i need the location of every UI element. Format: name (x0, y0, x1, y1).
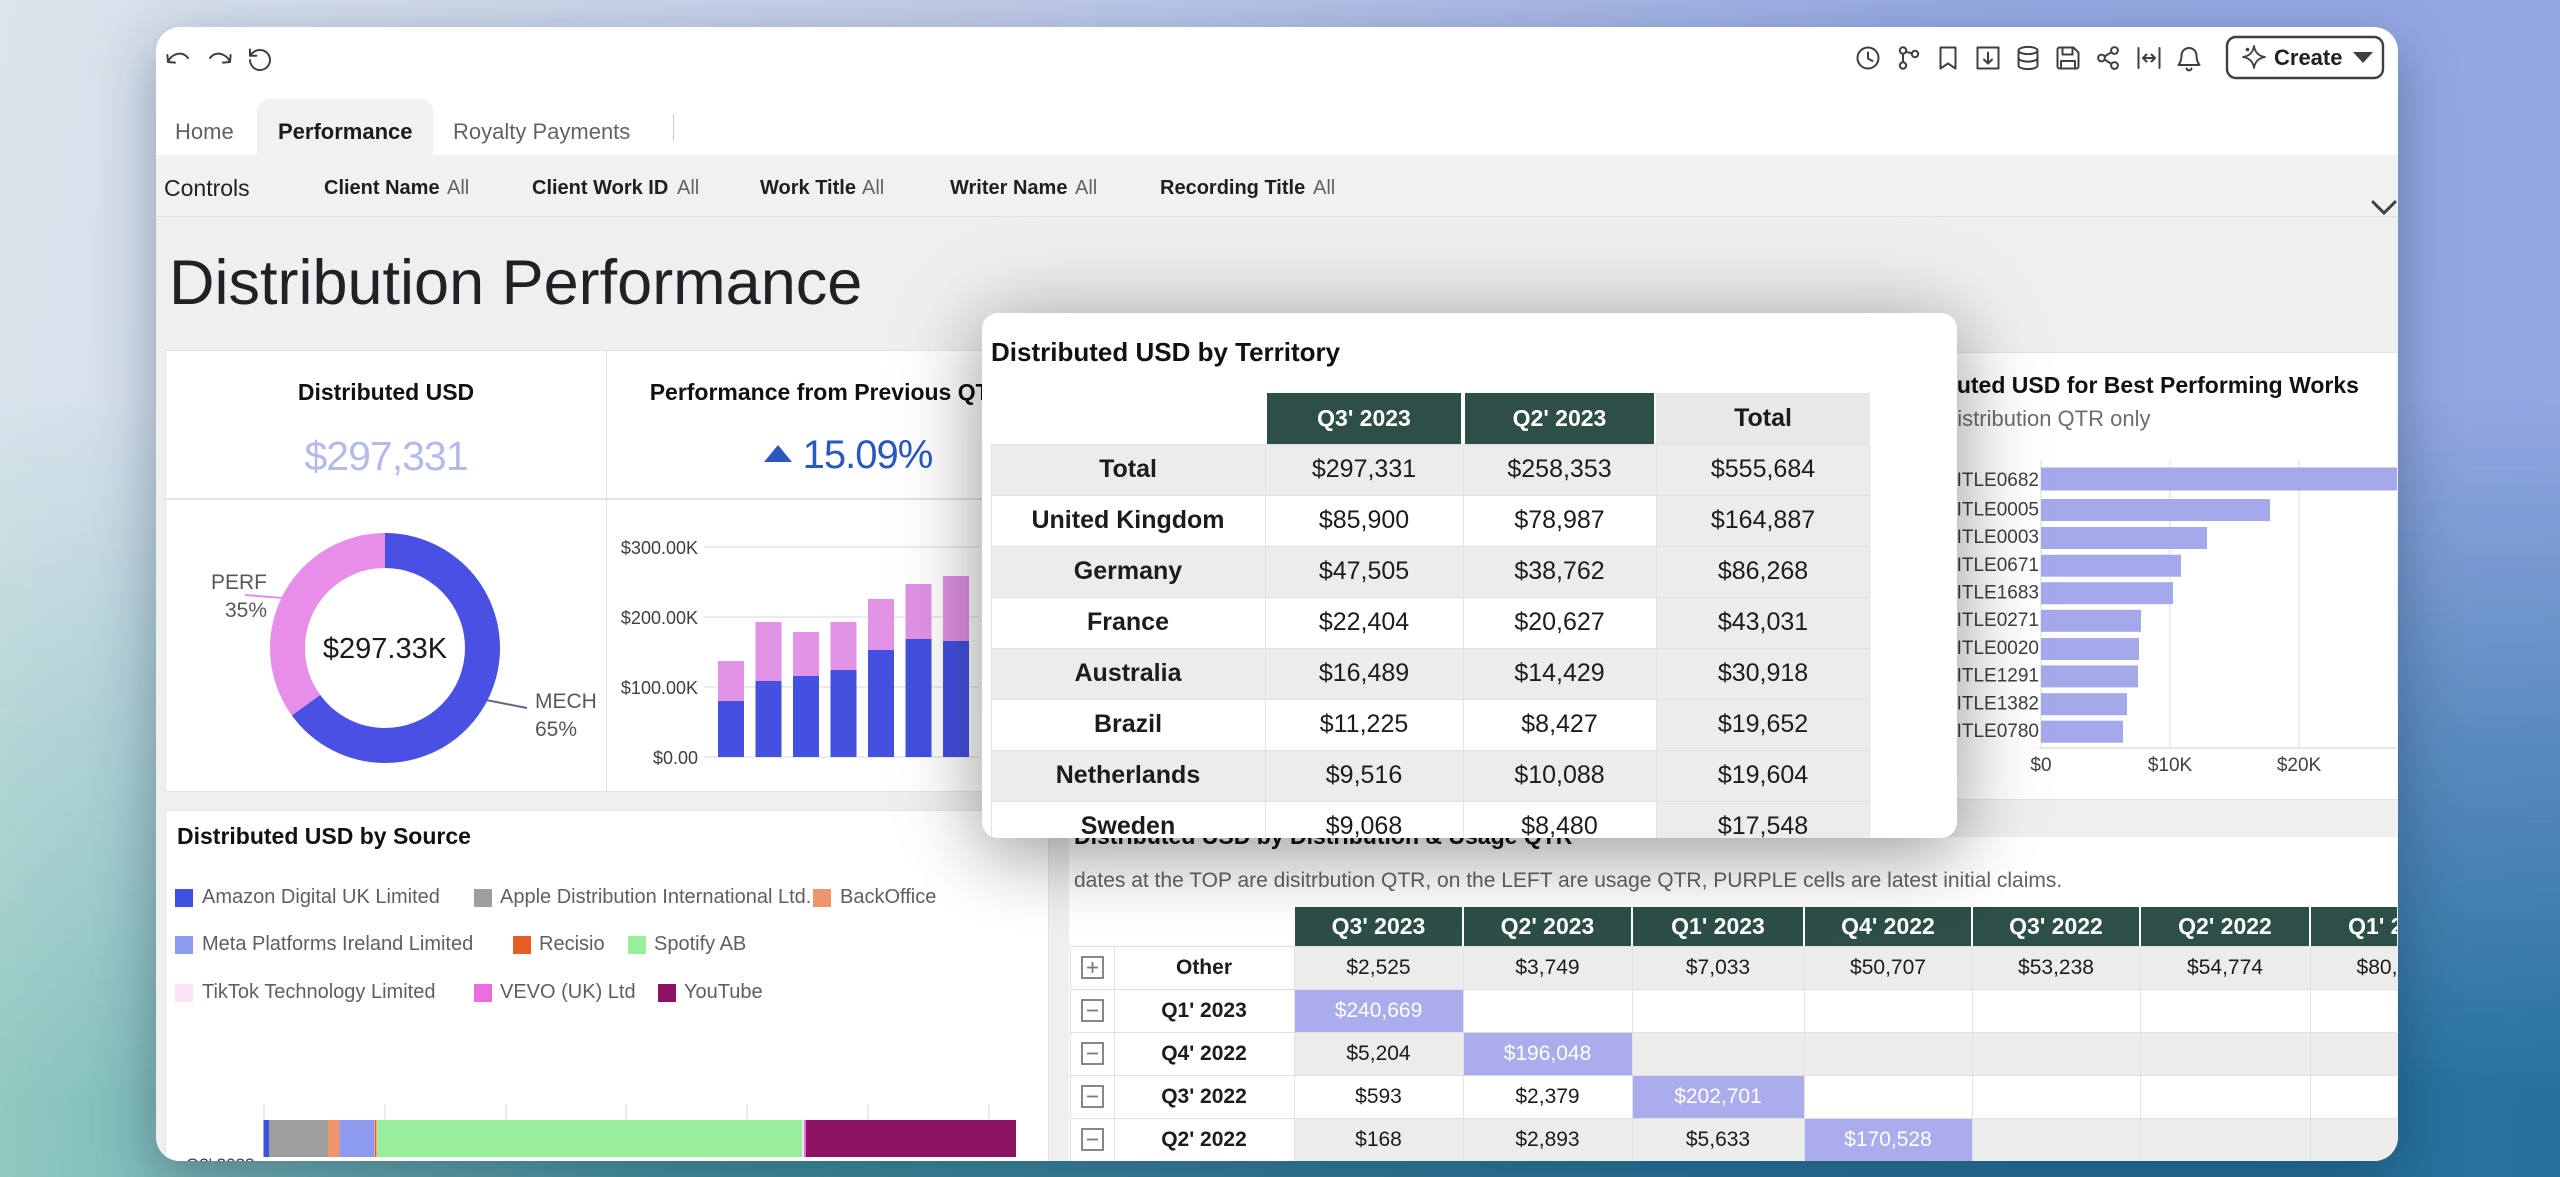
svg-text:TITLE1291: TITLE1291 (1945, 666, 2039, 687)
svg-text:$20K: $20K (2277, 755, 2322, 772)
svg-text:TITLE1683: TITLE1683 (1945, 583, 2039, 604)
svg-text:$100.00K: $100.00K (621, 678, 698, 698)
svg-text:65%: 65% (535, 718, 577, 741)
svg-text:TITLE0671: TITLE0671 (1945, 555, 2039, 576)
svg-text:TITLE0020: TITLE0020 (1945, 638, 2039, 659)
svg-text:35%: 35% (225, 599, 267, 622)
svg-text:$200.00K: $200.00K (621, 608, 698, 628)
svg-text:Q3' 2023: Q3' 2023 (186, 1155, 254, 1161)
svg-text:$0.00: $0.00 (653, 748, 698, 768)
svg-text:TITLE1382: TITLE1382 (1945, 694, 2039, 715)
svg-text:$10K: $10K (2148, 755, 2193, 772)
svg-text:TITLE0271: TITLE0271 (1945, 610, 2039, 631)
svg-text:TITLE0005: TITLE0005 (1945, 500, 2039, 521)
svg-text:PERF: PERF (211, 571, 267, 594)
svg-text:$297.33K: $297.33K (323, 633, 448, 665)
svg-text:TITLE0682: TITLE0682 (1945, 470, 2039, 491)
svg-text:$0: $0 (2030, 755, 2051, 772)
svg-text:TITLE0780: TITLE0780 (1945, 721, 2039, 742)
svg-text:TITLE0003: TITLE0003 (1945, 527, 2039, 548)
svg-text:MECH: MECH (535, 690, 597, 713)
svg-text:$300.00K: $300.00K (621, 538, 698, 558)
